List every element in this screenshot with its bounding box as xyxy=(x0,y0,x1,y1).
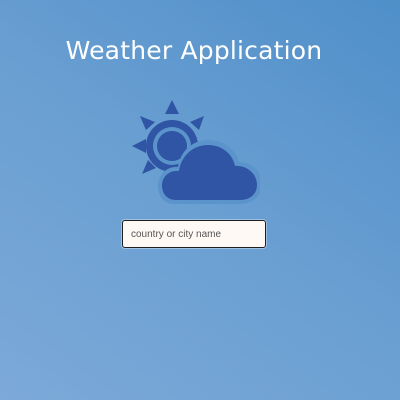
weather-app: Weather Application xyxy=(0,0,400,400)
partly-cloudy-icon xyxy=(132,100,260,204)
search-input[interactable] xyxy=(122,220,266,248)
app-title: Weather Application xyxy=(65,36,323,65)
